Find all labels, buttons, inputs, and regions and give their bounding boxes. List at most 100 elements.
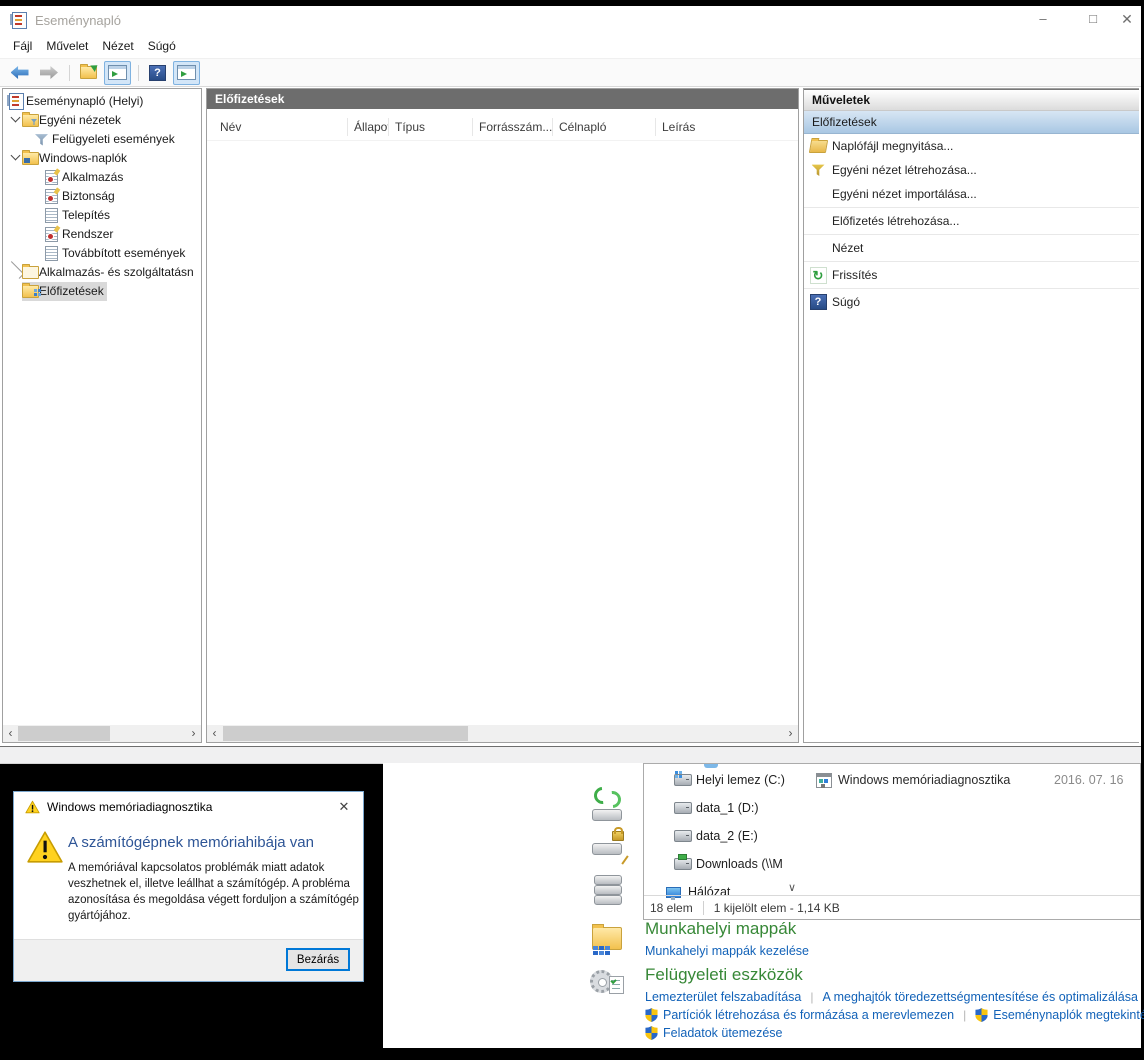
tree-item-system[interactable]: Rendszer <box>3 225 201 244</box>
actions-separator <box>804 234 1139 235</box>
tree-item-application[interactable]: Alkalmazás <box>3 168 201 187</box>
help-button[interactable]: ? <box>144 61 171 85</box>
minimize-button[interactable]: – <box>1026 6 1060 32</box>
show-action-pane-button[interactable] <box>173 60 200 85</box>
memory-diagnostic-dialog: Windows memóriadiagnosztika ✕ A számítóg… <box>13 791 364 982</box>
item-count: 18 elem <box>650 900 693 915</box>
maximize-button[interactable]: □ <box>1076 6 1110 32</box>
dialog-footer: Bezárás <box>14 939 363 981</box>
open-folder-icon <box>80 64 97 79</box>
list-horizontal-scrollbar[interactable]: ‹ › <box>207 725 798 742</box>
action-help[interactable]: ? Súgó <box>804 290 1139 314</box>
close-dialog-button[interactable]: Bezárás <box>286 948 350 971</box>
filter-icon <box>35 134 48 146</box>
storage-spaces-icon[interactable] <box>590 873 626 909</box>
column-header-destination-log[interactable]: Célnapló <box>553 118 656 136</box>
column-header-source[interactable]: Forrásszám... <box>473 118 553 136</box>
action-view[interactable]: Nézet <box>804 236 1139 260</box>
scroll-right-arrow[interactable]: › <box>783 725 798 742</box>
toolbar: ? <box>0 58 1141 87</box>
dialog-close-button[interactable]: ✕ <box>335 798 353 816</box>
toolbar-separator <box>69 64 70 81</box>
menu-action[interactable]: Művelet <box>46 39 88 53</box>
administrative-tools-icon[interactable] <box>590 966 626 1002</box>
action-refresh[interactable]: ↻ Frissítés <box>804 263 1139 287</box>
action-create-custom-view[interactable]: Egyéni nézet létrehozása... <box>804 158 1139 182</box>
background-window-strip <box>0 747 1141 764</box>
show-console-tree-button[interactable] <box>104 60 131 85</box>
tree-item-applications-services-logs[interactable]: Alkalmazás- és szolgáltatásn <box>3 260 201 282</box>
back-button[interactable] <box>6 61 33 85</box>
menu-help[interactable]: Súgó <box>148 39 176 53</box>
menu-view[interactable]: Nézet <box>102 39 133 53</box>
tree-item-subscriptions[interactable]: Előfizetések <box>3 282 201 301</box>
nav-item-data2[interactable]: data_2 (E:) <box>674 826 758 846</box>
tree-item-administrative-events[interactable]: Felügyeleti események <box>3 130 201 149</box>
console-window-icon <box>108 65 127 80</box>
column-header-name[interactable]: Név <box>207 118 348 136</box>
log-icon <box>45 189 58 204</box>
nav-item-local-disk-c[interactable]: Helyi lemez (C:) <box>674 770 785 790</box>
partially-hidden-selected-item <box>704 764 718 768</box>
action-open-saved-log[interactable]: Naplófájl megnyitása... <box>804 134 1139 158</box>
actions-separator <box>804 207 1139 208</box>
link-manage-work-folders[interactable]: Munkahelyi mappák kezelése <box>645 944 809 958</box>
dialog-body-text: A memóriával kapcsolatos problémák miatt… <box>68 862 359 922</box>
tree-item-setup[interactable]: Telepítés <box>3 206 201 225</box>
tree-item-forwarded-events[interactable]: Továbbított események <box>3 244 201 263</box>
forward-button[interactable] <box>35 61 62 85</box>
open-saved-log-button[interactable] <box>75 61 102 85</box>
column-header-description[interactable]: Leírás <box>656 118 798 136</box>
status-bar: 18 elem 1 kijelölt elem - 1,14 KB <box>644 895 1140 919</box>
title-bar: Eseménynapló – □ ✕ <box>0 6 1141 34</box>
administrative-tools-heading[interactable]: Felügyeleti eszközök <box>645 965 803 985</box>
scrollbar-thumb[interactable] <box>18 726 110 741</box>
link-schedule-tasks[interactable]: Feladatok ütemezése <box>663 1026 783 1040</box>
dialog-heading: A számítógépnek memóriahibája van <box>68 834 314 851</box>
action-import-custom-view[interactable]: Egyéni nézet importálása... <box>804 182 1139 206</box>
scroll-left-arrow[interactable]: ‹ <box>207 725 222 742</box>
bitlocker-icon[interactable] <box>590 827 629 865</box>
tree-item-custom-views[interactable]: Egyéni nézetek <box>3 111 201 130</box>
subscriptions-list-pane: Előfizetések Név Állapot Típus Forrásszá… <box>206 88 799 743</box>
tree-item-security[interactable]: Biztonság <box>3 187 201 206</box>
list-body-empty <box>207 141 798 742</box>
work-folders-icon[interactable] <box>590 921 626 957</box>
link-view-event-logs[interactable]: Eseménynaplók megtekintése <box>993 1008 1144 1022</box>
forward-arrow-icon <box>40 66 58 79</box>
list-pane-header: Előfizetések <box>207 89 798 109</box>
actions-context-row[interactable]: Előfizetések <box>804 111 1139 134</box>
tree-item-event-viewer-root[interactable]: Eseménynapló (Helyi) <box>3 92 201 111</box>
column-header-status[interactable]: Állapot <box>348 118 389 136</box>
actions-pane: Műveletek Előfizetések Naplófájl megnyit… <box>803 88 1139 743</box>
toolbar-separator <box>138 64 139 81</box>
file-row-memory-diagnostic[interactable]: Windows memóriadiagnosztika <box>816 770 1010 790</box>
menu-file[interactable]: Fájl <box>13 39 32 53</box>
scroll-down-arrow[interactable]: ∨ <box>784 880 800 896</box>
file-browser-panel: Helyi lemez (C:) data_1 (D:) data_2 (E:)… <box>643 763 1141 920</box>
link-disk-cleanup[interactable]: Lemezterület felszabadítása <box>645 990 801 1004</box>
console-tree-pane: Eseménynapló (Helyi) Egyéni nézetek Felü… <box>2 88 202 743</box>
dialog-title: Windows memóriadiagnosztika <box>47 800 213 814</box>
memory-diagnostic-app-icon <box>816 772 832 788</box>
chevron-down-icon[interactable] <box>10 150 21 161</box>
work-folders-heading[interactable]: Munkahelyi mappák <box>645 919 796 939</box>
nav-item-data1[interactable]: data_1 (D:) <box>674 798 759 818</box>
tree-item-windows-logs[interactable]: Windows-naplók <box>3 149 201 168</box>
nav-item-downloads-share[interactable]: Downloads (\\M <box>674 854 783 874</box>
chevron-down-icon[interactable] <box>10 112 21 123</box>
log-icon <box>45 170 58 185</box>
link-defrag[interactable]: A meghajtók töredezettségmentesítése és … <box>822 990 1137 1004</box>
file-date-modified: 2016. 07. 16 <box>1054 773 1124 787</box>
scrollbar-thumb[interactable] <box>223 726 468 741</box>
event-viewer-app-icon <box>10 11 27 29</box>
action-create-subscription[interactable]: Előfizetés létrehozása... <box>804 209 1139 233</box>
close-button[interactable]: ✕ <box>1110 6 1144 32</box>
scroll-left-arrow[interactable]: ‹ <box>3 725 18 742</box>
link-partitions[interactable]: Partíciók létrehozása és formázása a mer… <box>663 1008 954 1022</box>
column-header-type[interactable]: Típus <box>389 118 473 136</box>
backup-restore-icon[interactable] <box>590 783 626 823</box>
scroll-right-arrow[interactable]: › <box>186 725 201 742</box>
tree-horizontal-scrollbar[interactable]: ‹ › <box>3 725 201 742</box>
folder-icon <box>22 264 39 279</box>
